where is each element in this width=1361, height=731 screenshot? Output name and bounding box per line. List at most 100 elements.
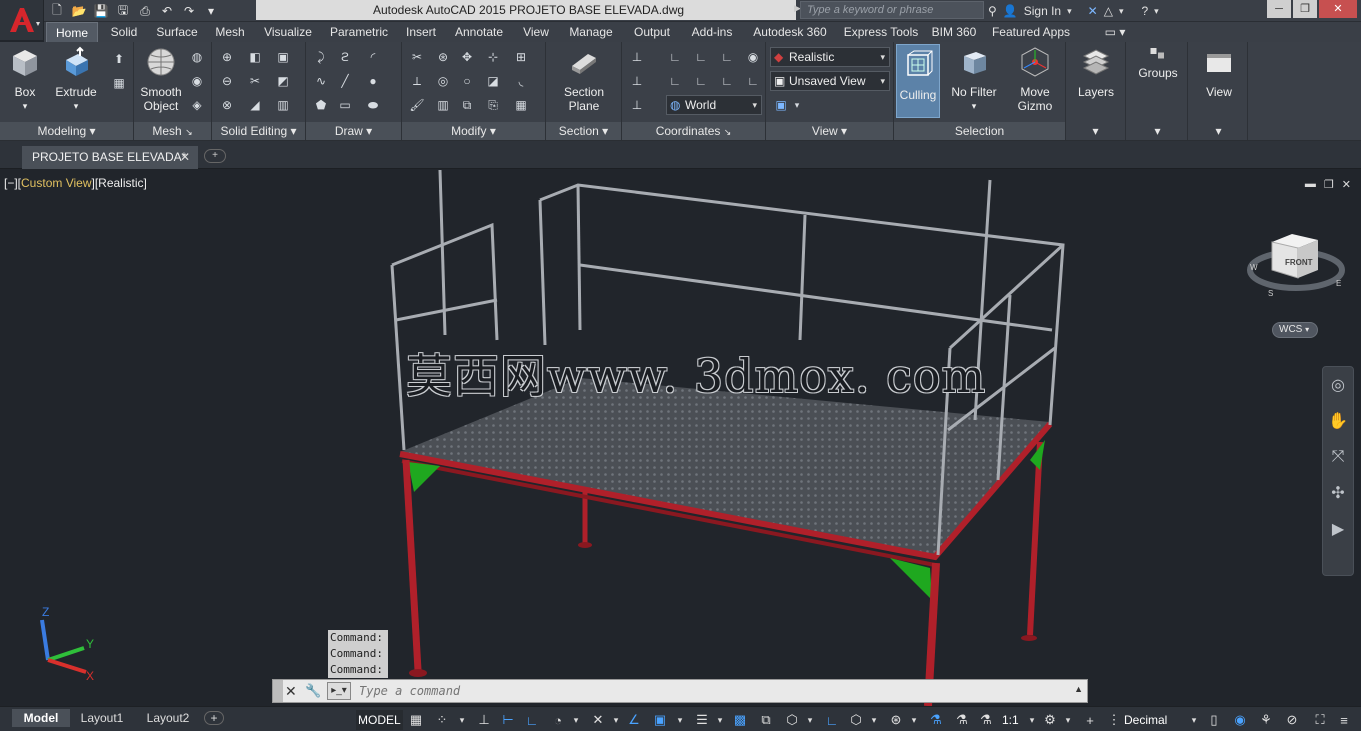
subtract-icon[interactable]: ⊖ <box>218 72 236 90</box>
graphics-performance-icon[interactable]: ⊘ <box>1282 710 1302 730</box>
panel-title-modify[interactable]: Modify ▾ <box>402 122 545 140</box>
undo-icon[interactable]: ↶ <box>158 2 176 20</box>
dynamic-input-icon[interactable]: ⊢ <box>498 710 518 730</box>
groups-button[interactable]: Groups <box>1134 46 1182 80</box>
close-icon[interactable]: ✕ <box>180 146 190 168</box>
circle-icon[interactable]: ● <box>364 72 382 90</box>
showmotion-icon[interactable]: ▶ <box>1323 511 1353 547</box>
helix-icon[interactable]: ϩ <box>336 48 354 66</box>
ucs-origin-icon[interactable]: ∟ <box>666 48 684 66</box>
separate-icon[interactable]: ▥ <box>274 96 292 114</box>
command-line-grip[interactable] <box>273 680 283 702</box>
file-tab-active[interactable]: PROJETO BASE ELEVADA* ✕ <box>22 146 198 169</box>
ucs-named-icon[interactable]: ⊥ <box>628 72 646 90</box>
restore-button[interactable]: ❐ <box>1293 0 1317 18</box>
save-icon[interactable]: 💾 <box>92 2 110 20</box>
redo-icon[interactable]: ↷ <box>180 2 198 20</box>
isolate-objects-icon[interactable]: ⚘ <box>1256 710 1276 730</box>
mesh-refine-icon[interactable]: ◈ <box>188 96 206 114</box>
extrude-button[interactable]: Extrude ▾ <box>52 46 100 113</box>
line-icon[interactable]: ╱ <box>336 72 354 90</box>
panel-title-view[interactable]: View ▾ <box>766 122 893 140</box>
viewport-controls-label[interactable]: [−][Custom View][Realistic] <box>4 176 147 190</box>
rectangle-icon[interactable]: ▭ <box>336 96 354 114</box>
move-gizmo-button[interactable]: Move Gizmo <box>1008 46 1062 113</box>
tab-home[interactable]: Home <box>46 22 98 42</box>
viewcube-face-label[interactable]: FRONT <box>1285 258 1313 267</box>
transparency-icon[interactable]: ▩ <box>730 710 750 730</box>
panel-title-modeling[interactable]: Modeling ▾ <box>0 122 133 140</box>
dynamic-ucs-icon[interactable]: ∟ <box>822 710 842 730</box>
ucs-world-icon[interactable]: ◉ <box>744 48 762 66</box>
restore-icon[interactable]: ❐ <box>1324 178 1334 191</box>
slice-icon[interactable]: ◧ <box>246 48 264 66</box>
tab-layout1[interactable]: Layout1 <box>72 709 132 727</box>
chevron-down-icon[interactable]: ▾ <box>670 710 690 730</box>
stretch-icon[interactable]: ◪ <box>484 72 502 90</box>
command-input[interactable] <box>359 682 1059 700</box>
chevron-down-icon[interactable]: ▾ <box>606 710 626 730</box>
layers-expand[interactable]: ▾ <box>1066 122 1125 140</box>
zoom-extents-icon[interactable]: ⤧ <box>1323 439 1353 475</box>
ucs-previous-icon[interactable]: ∟ <box>666 72 684 90</box>
chevron-down-icon[interactable]: ▾ <box>788 96 806 114</box>
tab-surface[interactable]: Surface <box>152 22 202 42</box>
union-icon[interactable]: ⊕ <box>218 48 236 66</box>
extrude-faces-icon[interactable]: ◩ <box>274 72 292 90</box>
3d-osnap-icon[interactable]: ⬡ <box>782 710 802 730</box>
new-tab-button[interactable]: + <box>204 149 226 163</box>
pan-icon[interactable]: ✋ <box>1323 403 1353 439</box>
named-view-select[interactable]: ▣ Unsaved View ▾ <box>770 71 890 91</box>
snap-icon[interactable]: ⁘ <box>432 710 452 730</box>
3d-align-icon[interactable]: ◎ <box>434 72 452 90</box>
customize-qat-icon[interactable]: ▾ <box>202 2 220 20</box>
tab-add-ins[interactable]: Add-ins <box>684 22 740 42</box>
tab-annotate[interactable]: Annotate <box>448 22 510 42</box>
tab-insert[interactable]: Insert <box>400 22 442 42</box>
ucs-select[interactable]: ◍ World ▾ <box>666 95 762 115</box>
open-file-icon[interactable]: 📂 <box>70 2 88 20</box>
view-name[interactable]: Custom View <box>21 176 91 190</box>
tab-model[interactable]: Model <box>12 709 70 727</box>
tab-bim-360[interactable]: BIM 360 <box>928 22 980 42</box>
box-button[interactable]: Box ▾ <box>4 46 46 113</box>
clean-screen-icon[interactable]: ⛶ <box>1310 710 1330 730</box>
view-button[interactable]: View <box>1196 46 1242 99</box>
ucs-view-icon[interactable]: ∟ <box>718 48 736 66</box>
chevron-down-icon[interactable]: ▾ <box>452 710 472 730</box>
compass-east[interactable]: E <box>1336 279 1341 288</box>
chevron-down-icon[interactable]: ▾ <box>1058 710 1078 730</box>
plus-icon[interactable]: + <box>1080 710 1100 730</box>
no-filter-button[interactable]: No Filter ▾ <box>946 46 1002 113</box>
move-icon[interactable]: ✥ <box>458 48 476 66</box>
interfere-icon[interactable]: ✂ <box>246 72 264 90</box>
array-icon[interactable]: ⊞ <box>512 48 530 66</box>
tab-express-tools[interactable]: Express Tools <box>840 22 922 42</box>
drawing-viewport[interactable]: [−][Custom View][Realistic] ▬ ❐ ✕ 莫西网www… <box>0 170 1361 706</box>
chevron-down-icon[interactable]: ▾ <box>710 710 730 730</box>
new-file-icon[interactable]: 🗋 <box>48 2 66 20</box>
auto-scale-icon[interactable]: ⚗ <box>952 710 972 730</box>
panel-title-coordinates[interactable]: Coordinates ↘ <box>622 122 765 140</box>
polar-icon[interactable]: ◔ <box>548 710 568 730</box>
annotation-visibility-icon[interactable]: ⚗ <box>926 710 946 730</box>
hardware-acceleration-icon[interactable]: ◉ <box>1230 710 1250 730</box>
fillet-icon[interactable]: ◟ <box>512 72 530 90</box>
panel-title-solid-editing[interactable]: Solid Editing ▾ <box>212 122 305 140</box>
panel-title-draw[interactable]: Draw ▾ <box>306 122 401 140</box>
lineweight-icon[interactable]: ☰ <box>692 710 712 730</box>
a360-icon[interactable]: △ <box>1104 4 1113 18</box>
trim-icon[interactable]: ✂ <box>408 48 426 66</box>
isodraft-icon[interactable]: ✕ <box>588 710 608 730</box>
polyline-icon[interactable]: ⤸ <box>312 48 330 66</box>
infer-constraints-icon[interactable]: ⊥ <box>474 710 494 730</box>
selection-filter-icon[interactable]: ⬡ <box>846 710 866 730</box>
model-space-toggle[interactable]: MODEL <box>356 710 403 730</box>
intersect-icon[interactable]: ⊗ <box>218 96 236 114</box>
polygon-icon[interactable]: ⬟ <box>312 96 330 114</box>
save-as-icon[interactable]: 🖫 <box>114 2 132 20</box>
selection-cycling-icon[interactable]: ⧉ <box>756 710 776 730</box>
close-icon[interactable]: ✕ <box>285 683 297 700</box>
workspace-gear-icon[interactable]: ⚙ <box>1040 710 1060 730</box>
chevron-down-icon[interactable]: ▾ <box>1154 6 1159 17</box>
